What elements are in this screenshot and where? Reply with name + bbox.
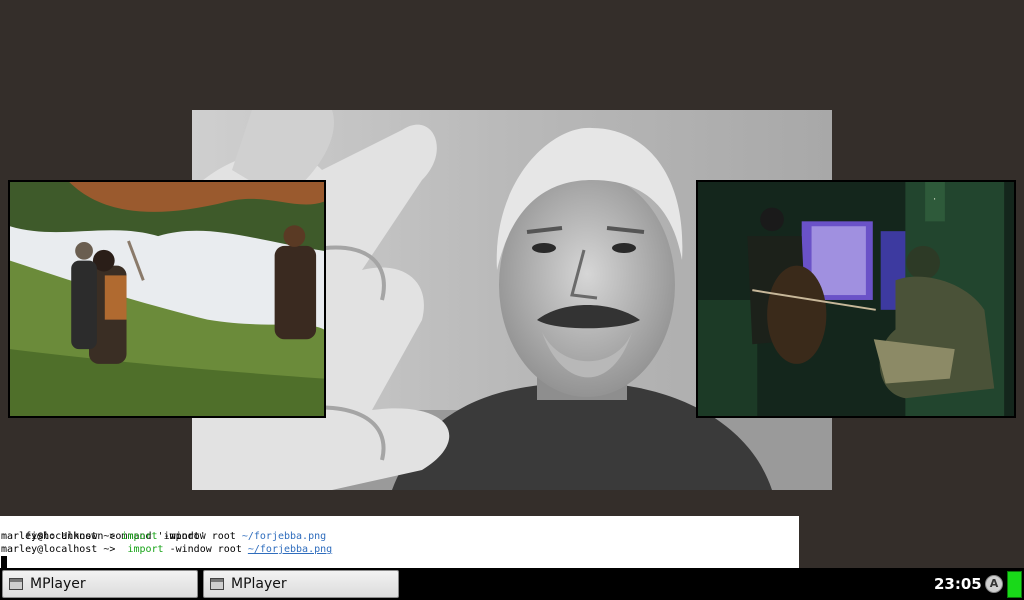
taskbar-item-mplayer[interactable]: MPlayer xyxy=(2,570,198,598)
terminal-window[interactable]: fish: Unknown command 'import' marley@lo… xyxy=(0,516,799,568)
terminal-line-current[interactable]: marley@localhost ~> import -window root … xyxy=(1,543,799,556)
terminal-prompt: marley@localhost ~> xyxy=(1,544,122,555)
terminal-cursor-line[interactable] xyxy=(1,556,799,568)
terminal-args: -window root xyxy=(163,544,248,555)
window-icon xyxy=(210,578,224,590)
terminal-command: import xyxy=(121,544,164,555)
clock[interactable]: 23:05 xyxy=(934,575,982,593)
terminal-path: ~/forjebba.png xyxy=(247,544,333,555)
user-icon[interactable]: A xyxy=(985,575,1003,593)
terminal-command: import xyxy=(121,531,158,542)
terminal-args: -window root xyxy=(157,531,242,542)
terminal-path: ~/forjebba.png xyxy=(241,531,327,542)
terminal-line-error: fish: Unknown command 'import' xyxy=(1,517,799,542)
mplayer-video-left[interactable] xyxy=(8,180,326,418)
taskbar: MPlayer MPlayer 23:05 xyxy=(0,568,1024,600)
taskbar-item-mplayer[interactable]: MPlayer xyxy=(203,570,399,598)
video-frame-forest xyxy=(10,182,324,416)
terminal-line-command: marley@localhost ~> import -window root … xyxy=(1,530,799,543)
terminal-prompt: marley@localhost ~> xyxy=(1,531,122,542)
taskbar-item-label: MPlayer xyxy=(231,576,287,592)
video-frame-room: . xyxy=(698,182,1014,416)
svg-text:.: . xyxy=(933,192,936,203)
window-icon xyxy=(9,578,23,590)
terminal-cursor xyxy=(1,556,7,568)
taskbar-item-label: MPlayer xyxy=(30,576,86,592)
battery-icon[interactable] xyxy=(1007,571,1022,598)
mplayer-video-right[interactable]: . xyxy=(696,180,1016,418)
